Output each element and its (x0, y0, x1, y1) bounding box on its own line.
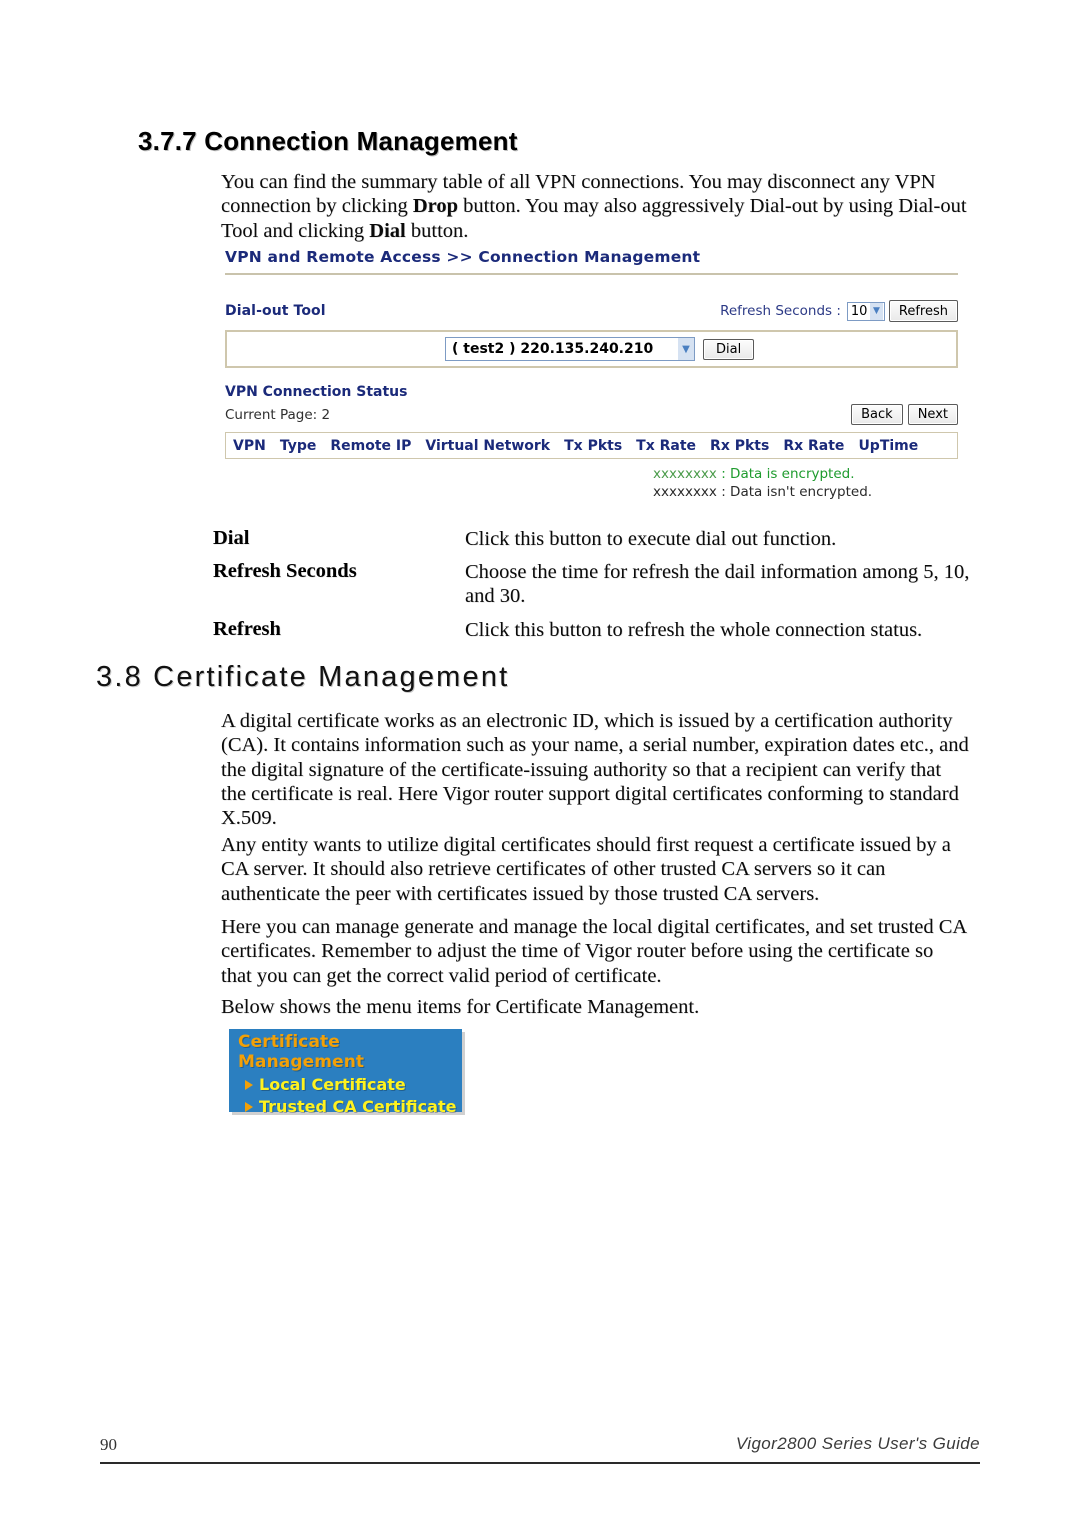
paragraph-certificate-overview: A digital certificate works as an electr… (221, 710, 969, 830)
triangle-bullet-icon (245, 1079, 253, 1090)
column-header-tx-pkts: Tx Pkts (564, 437, 623, 454)
menu-title: Certificate Management (238, 1032, 365, 1072)
column-header-type: Type (279, 437, 317, 454)
menu-item-local-certificate[interactable]: Local Certificate (229, 1075, 462, 1094)
dialout-tool-label: Dial-out Tool (225, 303, 326, 319)
pagination-buttons: Back Next (851, 404, 958, 425)
current-page-value: 2 (321, 407, 331, 423)
menu-item-label: Local Certificate (259, 1075, 406, 1094)
triangle-bullet-icon (245, 1101, 253, 1112)
next-button[interactable]: Next (907, 404, 958, 425)
legend-mark-unencrypted: xxxxxxxx (653, 484, 717, 500)
chevron-down-icon: ▼ (678, 338, 694, 360)
refresh-controls: Refresh Seconds : 10 ▼ Refresh (720, 300, 958, 322)
intro-paragraph: You can find the summary table of all VP… (221, 170, 969, 243)
legend-row-unencrypted: xxxxxxxx : Data isn't encrypted. (653, 483, 958, 501)
intro-bold-drop: Drop (412, 195, 459, 218)
column-header-rx-pkts: Rx Pkts (710, 437, 770, 454)
refresh-seconds-select[interactable]: 10 ▼ (846, 301, 885, 321)
definition-term-refresh-seconds: Refresh Seconds (213, 560, 357, 582)
router-ui-screenshot: VPN and Remote Access >> Connection Mana… (225, 248, 958, 501)
footer-page-number: 90 (100, 1435, 117, 1454)
dialout-profile-select[interactable]: ( test2 ) 220.135.240.210 ▼ (445, 337, 695, 361)
refresh-seconds-label: Refresh Seconds : (720, 303, 841, 319)
current-page-label: Current Page: (225, 407, 318, 423)
chevron-down-icon: ▼ (869, 302, 883, 320)
intro-bold-dial: Dial (369, 219, 406, 242)
definition-desc-refresh: Click this button to refresh the whole c… (465, 619, 923, 641)
menu-item-label: Trusted CA Certificate (259, 1097, 457, 1116)
certificate-management-menu: Certificate Management Local Certificate… (229, 1029, 462, 1116)
dialout-profile-bar: ( test2 ) 220.135.240.210 ▼ Dial (225, 330, 958, 368)
paragraph-ca-request: Any entity wants to utilize digital cert… (221, 834, 951, 905)
paragraph-menu-intro: Below shows the menu items for Certifica… (221, 996, 700, 1018)
legend-text-encrypted: : Data is encrypted. (721, 466, 855, 482)
column-header-uptime: UpTime (858, 437, 919, 454)
definition-desc-dial: Click this button to execute dial out fu… (465, 528, 837, 550)
footer-guide-title: Vigor2800 Series User's Guide (735, 1434, 980, 1453)
refresh-button[interactable]: Refresh (888, 300, 958, 322)
dialout-tool-row: Dial-out Tool Refresh Seconds : 10 ▼ Refr… (225, 300, 958, 325)
refresh-seconds-value: 10 (850, 303, 868, 319)
vpn-table-header: VPN Type Remote IP Virtual Network Tx Pk… (225, 432, 958, 459)
paragraph-manage-certificates: Here you can manage generate and manage … (221, 916, 967, 987)
intro-part3: button. (405, 219, 469, 242)
column-header-rx-rate: Rx Rate (783, 437, 845, 454)
dial-button-wrap: Dial (703, 338, 755, 360)
vpn-connection-status-label: VPN Connection Status (225, 384, 408, 400)
document-page: 3.7.7 Connection Management You can find… (0, 0, 1080, 1528)
column-header-virtual-network: Virtual Network (425, 437, 551, 454)
legend-text-unencrypted: : Data isn't encrypted. (721, 484, 873, 500)
legend-row-encrypted: xxxxxxxx : Data is encrypted. (653, 465, 958, 483)
legend-mark-encrypted: xxxxxxxx (653, 466, 717, 482)
menu-item-trusted-ca-certificate[interactable]: Trusted CA Certificate (229, 1097, 462, 1116)
current-page-row: Current Page: 2 Back Next (225, 404, 958, 428)
page-section-heading: 3.8 Certificate Management (96, 661, 510, 693)
dial-button[interactable]: Dial (703, 339, 755, 360)
definition-desc-refresh-seconds: Choose the time for refresh the dail inf… (465, 561, 970, 608)
dialout-profile-value: ( test2 ) 220.135.240.210 (452, 341, 654, 357)
definition-term-dial: Dial (213, 527, 250, 549)
column-header-remote-ip: Remote IP (330, 437, 412, 454)
definition-term-refresh: Refresh (213, 618, 281, 640)
back-button[interactable]: Back (851, 404, 903, 425)
encryption-legend: xxxxxxxx : Data is encrypted. xxxxxxxx :… (225, 465, 958, 501)
breadcrumb: VPN and Remote Access >> Connection Mana… (225, 248, 701, 266)
breadcrumb-divider (225, 273, 958, 275)
page-subsection-heading: 3.7.7 Connection Management (138, 126, 518, 156)
current-page: Current Page: 2 (225, 407, 330, 423)
footer-divider (100, 1462, 980, 1464)
column-header-vpn: VPN (233, 437, 266, 454)
column-header-tx-rate: Tx Rate (636, 437, 697, 454)
